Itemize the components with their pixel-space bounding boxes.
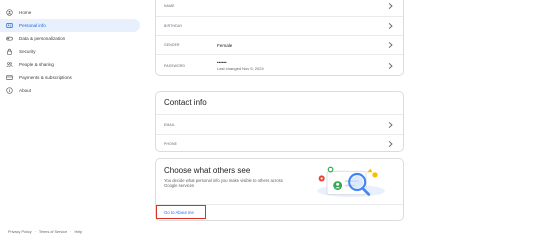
email-row[interactable]: EMAIL: [156, 114, 403, 135]
info-icon: [6, 87, 13, 94]
sidebar-item-home[interactable]: Home: [0, 6, 140, 19]
people-icon: [6, 61, 13, 68]
sidebar-item-personal-info[interactable]: Personal info: [0, 19, 140, 32]
sidebar-item-label: About: [19, 88, 32, 93]
sidebar-item-label: Payments & subscriptions: [19, 75, 72, 80]
footer-separator: ·: [70, 230, 72, 234]
password-mask: ••••••: [217, 60, 227, 65]
about-me-illustration: [317, 166, 385, 198]
sidebar-item-label: Security: [19, 49, 36, 54]
card-title: Contact info: [164, 98, 207, 107]
sidebar-item-label: Home: [19, 10, 32, 15]
chevron-right-icon: [388, 41, 393, 49]
toggle-icon: [6, 35, 13, 42]
chevron-right-icon: [388, 121, 393, 128]
row-label: GENDER: [164, 43, 180, 47]
row-label: PHONE: [164, 142, 178, 146]
row-label: PASSWORD: [164, 63, 186, 68]
sidebar-nav: Home Personal info Data & personalizatio…: [0, 6, 140, 97]
row-value: •••••• Last changed Nov 5, 2024: [217, 60, 264, 71]
chevron-right-icon: [388, 22, 393, 30]
sidebar-item-data-personalization[interactable]: Data & personalization: [0, 32, 140, 45]
row-label: BIRTHDAY: [164, 24, 183, 28]
name-row[interactable]: NAME: [156, 0, 403, 17]
password-row[interactable]: PASSWORD •••••• Last changed Nov 5, 2024: [156, 55, 403, 76]
sidebar-item-about[interactable]: About: [0, 84, 140, 97]
footer: Privacy Policy · Terms of Service · Help: [8, 230, 82, 234]
lock-icon: [6, 48, 13, 55]
row-label: EMAIL: [164, 122, 176, 127]
person-card-icon: [6, 22, 13, 29]
sidebar-item-payments[interactable]: Payments & subscriptions: [0, 71, 140, 84]
footer-separator: ·: [34, 230, 36, 234]
password-last-changed: Last changed Nov 5, 2024: [217, 66, 264, 71]
sidebar-item-label: People & sharing: [19, 62, 54, 67]
go-to-about-me-link[interactable]: Go to About me: [156, 205, 206, 219]
row-value: Female: [217, 42, 233, 48]
home-icon: [6, 9, 13, 16]
birthday-row[interactable]: BIRTHDAY: [156, 17, 403, 36]
row-label: NAME: [164, 4, 175, 8]
chevron-right-icon: [388, 62, 393, 69]
contact-info-card: Contact info EMAIL PHONE: [155, 91, 404, 152]
terms-of-service-link[interactable]: Terms of Service: [39, 230, 67, 234]
chevron-right-icon: [388, 2, 393, 10]
basic-info-card: NAME BIRTHDAY GENDER Female PASSWORD •••…: [155, 0, 404, 76]
sidebar-item-people-sharing[interactable]: People & sharing: [0, 58, 140, 71]
card-description: You decide what personal info you make v…: [164, 178, 283, 189]
privacy-policy-link[interactable]: Privacy Policy: [8, 230, 32, 234]
sidebar-item-label: Data & personalization: [19, 36, 66, 41]
sidebar-item-label: Personal info: [19, 23, 46, 28]
help-link[interactable]: Help: [74, 230, 82, 234]
gender-row[interactable]: GENDER Female: [156, 36, 403, 55]
phone-row[interactable]: PHONE: [156, 135, 403, 153]
chevron-right-icon: [388, 140, 393, 148]
sidebar-item-security[interactable]: Security: [0, 45, 140, 58]
credit-card-icon: [6, 74, 13, 81]
